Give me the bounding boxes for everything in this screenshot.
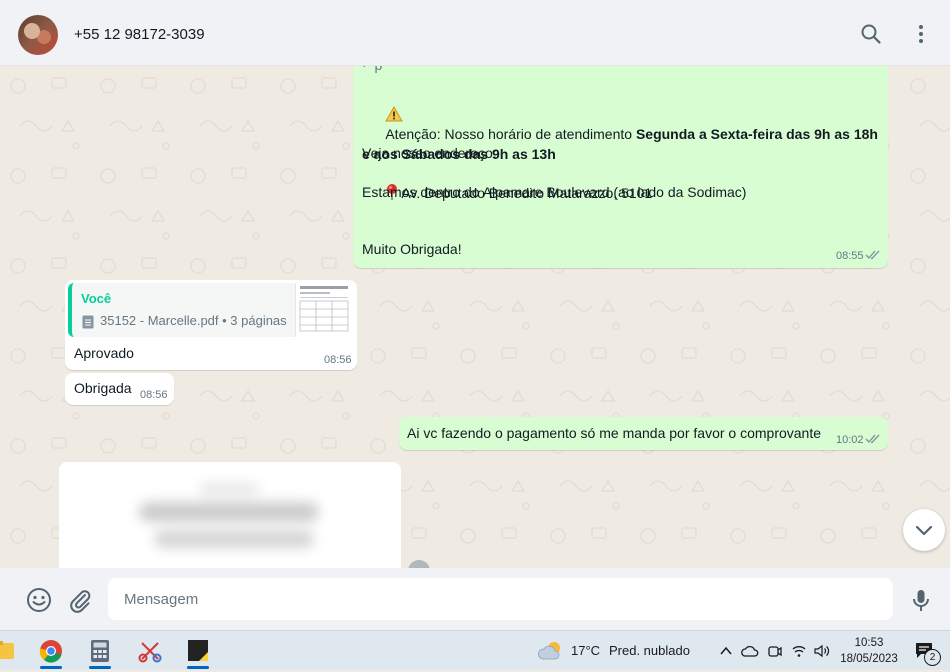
message-text: Obrigada	[74, 380, 132, 396]
taskbar-chrome[interactable]	[32, 633, 70, 669]
quoted-document[interactable]: Você 35152 - Marcelle.pdf • 3 páginas	[68, 283, 352, 337]
active-indicator	[89, 666, 111, 669]
message-incoming-approved[interactable]: Você 35152 - Marcelle.pdf • 3 páginas Ap…	[65, 280, 357, 370]
clock-date: 18/05/2023	[840, 653, 898, 665]
taskbar-snipping-tool[interactable]	[131, 633, 169, 669]
search-icon[interactable]	[859, 22, 883, 46]
sticky-notes-icon	[188, 640, 208, 661]
chat-header: +55 12 98172-3039	[0, 0, 950, 66]
folder-icon	[0, 641, 14, 659]
chrome-icon	[39, 640, 62, 663]
calculator-icon	[91, 640, 109, 662]
wifi-icon[interactable]	[791, 643, 807, 659]
warning-icon	[385, 105, 404, 121]
message-incoming-thanks[interactable]: Obrigada 08:56	[65, 373, 174, 405]
quote-file-name: 35152 - Marcelle.pdf • 3 páginas	[100, 313, 287, 328]
blurred-image-content	[154, 530, 314, 548]
message-time: 10:02	[836, 434, 864, 446]
message-list[interactable]: · p Atenção: Nosso horário de atendiment…	[0, 66, 950, 568]
message-partial-line: · p	[362, 66, 382, 76]
weather-temperature[interactable]: 17°C	[571, 643, 600, 658]
more-vertical-icon[interactable]	[909, 22, 933, 46]
avatar[interactable]	[18, 15, 58, 55]
chevron-up-icon[interactable]	[719, 644, 733, 658]
emoji-icon[interactable]	[26, 587, 52, 613]
double-check-icon	[865, 434, 880, 444]
message-incoming-image[interactable]	[59, 462, 401, 568]
taskbar-file-explorer[interactable]	[0, 633, 24, 669]
message-outgoing-welcome[interactable]: · p Atenção: Nosso horário de atendiment…	[353, 66, 888, 268]
weather-cloud-icon[interactable]	[537, 639, 565, 663]
taskbar-sticky-notes[interactable]	[179, 633, 217, 669]
system-clock[interactable]: 10:53 18/05/2023	[836, 635, 902, 667]
message-outgoing-payment[interactable]: Ai vc fazendo o pagamento só me manda po…	[399, 417, 888, 450]
message-input[interactable]	[108, 578, 893, 620]
warning-text: Atenção: Nosso horário de atendimento	[385, 126, 636, 142]
message-text: Aprovado	[74, 345, 134, 361]
document-icon	[82, 315, 94, 329]
address-label: Veja nosso endereço:	[362, 145, 497, 161]
pdf-thumbnail	[295, 283, 352, 337]
volume-icon[interactable]	[813, 643, 831, 659]
message-text: Ai vc fazendo o pagamento só me manda po…	[407, 425, 822, 441]
notification-count-badge: 2	[924, 649, 941, 666]
message-composer	[0, 568, 950, 630]
snipping-tool-icon	[138, 642, 162, 663]
weather-description[interactable]: Pred. nublado	[609, 643, 690, 658]
message-time: 08:55	[836, 250, 864, 262]
clock-time: 10:53	[854, 637, 884, 649]
contact-name[interactable]: +55 12 98172-3039	[74, 26, 205, 43]
blurred-image-content	[199, 484, 259, 494]
message-time: 08:56	[140, 389, 168, 401]
microphone-icon[interactable]	[908, 587, 934, 613]
active-indicator	[40, 666, 62, 669]
onedrive-cloud-icon[interactable]	[741, 644, 759, 658]
os-taskbar: 17°C Pred. nublado 10:53 18/05/2023 2	[0, 630, 950, 670]
meet-now-icon[interactable]	[767, 643, 783, 659]
active-indicator	[187, 666, 209, 669]
taskbar-calculator[interactable]	[81, 633, 119, 669]
paperclip-icon[interactable]	[67, 587, 93, 613]
location-text: Estamos dentro do Alpamare Boulevard (ao…	[362, 184, 747, 200]
thanks-text: Muito Obrigada!	[362, 241, 462, 257]
double-check-icon	[865, 250, 880, 260]
quote-author: Você	[81, 291, 112, 306]
blurred-image-content	[139, 502, 319, 522]
chevron-down-icon	[915, 525, 933, 536]
scroll-to-bottom-button[interactable]	[903, 509, 945, 551]
message-time: 08:56	[324, 354, 352, 366]
